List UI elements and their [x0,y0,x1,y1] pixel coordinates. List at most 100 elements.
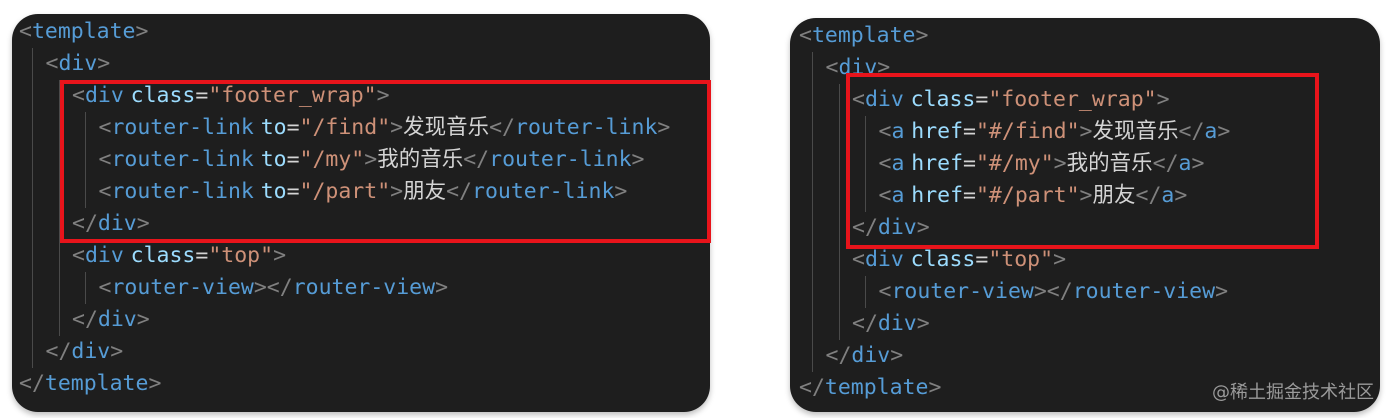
code-token-tag-bracket: </ [19,371,45,396]
code-token-tag-name: div [877,215,917,240]
code-token-tag-bracket: < [878,119,892,144]
code-token-tag-name: a [891,119,905,144]
indent-guide [865,276,866,308]
code-token-tag-bracket: > [390,115,404,140]
code-token-attr-name: class [130,83,196,108]
indent-guide [32,176,33,208]
code-token-attr-value: "/find" [299,115,391,140]
code-token-tag-bracket: > [890,343,904,368]
indent-guide [838,116,840,148]
code-token-tag-name: div [84,243,124,268]
code-token-tag-bracket: > [657,115,671,140]
code-line: </div> [72,208,150,240]
code-token-tag-name: router-link [111,179,254,204]
code-line: <template> [19,16,148,48]
code-token-tag-bracket: > [1156,87,1170,112]
code-token-tag-bracket: > [1079,183,1093,208]
indent-guide [812,340,813,372]
code-token-tag-bracket: > [916,311,930,336]
code-token-text: 朋友 [1092,183,1136,208]
code-token-tag-name: router-view [891,279,1034,304]
indent-guide [838,308,840,340]
code-token-attr-name: class [910,247,976,272]
indent-guide [58,304,60,336]
code-token-tag-bracket: </ [463,147,490,172]
code-line: <div> [826,52,891,84]
indent-guide [85,272,86,304]
code-token-tag-name: router-link [489,147,632,172]
code-token-tag-bracket: </ [1178,119,1205,144]
code-line: </div> [46,336,124,368]
code-token-tag-bracket: > [1217,119,1231,144]
watermark-text: @稀土掘金技术社区 [1212,382,1374,403]
code-token-tag-bracket: > [435,275,449,300]
code-token-eq: = [963,151,976,176]
indent-guide [58,240,60,272]
code-line: <router-view></router-view> [879,276,1229,308]
code-token-tag-bracket: ></ [1033,279,1073,304]
indent-guide [838,244,840,276]
code-token-tag-bracket: > [1215,279,1229,304]
code-token-eq: = [286,115,300,140]
code-token-tag-bracket: > [136,211,150,236]
code-token-tag-bracket: > [1191,151,1205,176]
code-token-tag-name: div [97,307,137,332]
indent-guide [812,276,813,308]
code-line: <a href="#/find">发现音乐</a> [879,116,1231,148]
code-token-attr-value: "footer_wrap" [208,83,377,108]
code-line: </div> [72,304,150,336]
code-token-attr-name: to [260,179,287,204]
indent-guide [865,180,866,212]
code-line: <div class="footer_wrap"> [72,80,390,112]
code-token-tag-name: div [71,339,111,364]
code-token-tag-bracket: < [45,51,59,76]
code-token-text: 我的音乐 [377,147,464,172]
code-line: <div class="footer_wrap"> [852,84,1170,116]
code-token-tag-bracket: </ [45,339,72,364]
code-token-tag-name: div [58,51,98,76]
code-token-tag-bracket: < [72,243,85,268]
code-token-text: 朋友 [403,179,447,204]
code-token-attr-name: href [911,183,964,208]
indent-guide [32,112,33,144]
code-token-eq: = [195,83,209,108]
code-token-tag-bracket: </ [1135,183,1162,208]
code-token-attr-value: "#/my" [975,151,1054,176]
code-token-tag-bracket: > [614,179,628,204]
code-token-attr-value: "#/part" [975,183,1080,208]
code-token-tag-name: a [891,151,905,176]
code-token-tag-bracket: > [390,179,404,204]
indent-guide [812,116,813,148]
code-line: </template> [19,368,161,400]
code-token-attr-value: "top" [208,243,274,268]
code-token-attr-value: "#/find" [975,119,1080,144]
code-token-tag-name: a [1178,151,1192,176]
code-token-eq: = [975,247,989,272]
code-token-tag-name: template [31,19,136,44]
indent-guide [85,144,86,176]
code-token-tag-name: router-link [515,115,658,140]
code-token-attr-name: class [910,87,976,112]
code-token-tag-bracket: > [110,339,124,364]
code-token-tag-bracket: </ [489,115,515,140]
code-token-attr-name: class [130,243,196,268]
indent-guide [812,84,813,116]
indent-guide [85,112,86,144]
code-token-attr-value: "top" [988,247,1054,272]
indent-guide [58,272,60,304]
indent-guide [58,144,60,176]
code-token-tag-bracket: < [878,183,892,208]
indent-guide [865,148,866,180]
code-token-tag-name: template [44,371,149,396]
code-token-text: 发现音乐 [1092,119,1179,144]
code-token-tag-name: router-link [111,147,254,172]
indent-guide [32,336,33,368]
code-token-tag-bracket: > [915,23,929,48]
code-token-attr-name: to [260,147,287,172]
code-token-tag-bracket: < [878,279,892,304]
code-panel-right: <template> <div> <div class="footer_wrap">… [790,18,1380,412]
